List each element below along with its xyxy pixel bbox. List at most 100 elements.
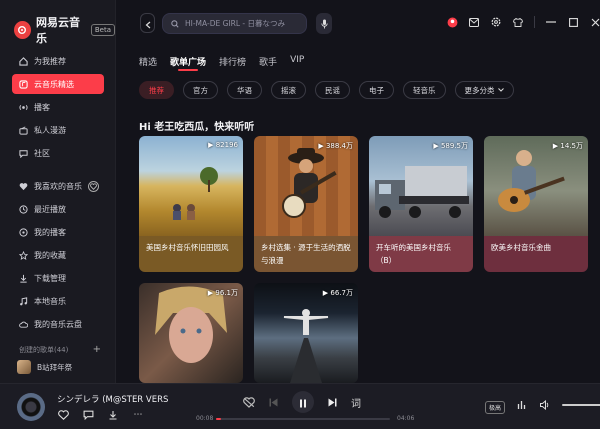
play-count: ▶ 82196: [208, 141, 238, 149]
search-input[interactable]: HI-MA-DE GIRL - 日暮なつみ: [162, 13, 307, 34]
play-count: ▶ 589.5万: [433, 142, 468, 150]
playlist-card[interactable]: ▶ 82196 美国乡村音乐怀旧田园风: [139, 136, 243, 272]
playlist-cover: [484, 136, 588, 236]
playlist-card[interactable]: ▶ 96.1万: [139, 283, 243, 383]
chip-official[interactable]: 官方: [183, 81, 218, 99]
sidebar-item-label: 最近播放: [34, 204, 66, 214]
play-pause-button[interactable]: [292, 391, 314, 413]
sidebar-item-roaming[interactable]: 私人漫游: [12, 120, 104, 140]
sidebar-item-local-music[interactable]: 本地音乐: [12, 291, 104, 311]
sidebar-item-community[interactable]: 社区: [12, 143, 104, 163]
play-count: ▶ 66.7万: [322, 289, 353, 297]
album-art-disc[interactable]: [17, 393, 45, 421]
chip-folk[interactable]: 民谣: [315, 81, 350, 99]
search-icon: [171, 19, 179, 28]
sidebar-item-label: 云音乐精选: [34, 79, 74, 89]
tab-charts[interactable]: 排行榜: [219, 55, 246, 68]
playlist-title: 开车听的美国乡村音乐（B）: [369, 236, 473, 272]
toolbar-divider: [534, 16, 535, 28]
playlist-cover: [254, 136, 358, 236]
sidebar-item-recommend[interactable]: 为我推荐: [12, 51, 104, 71]
podcast-icon: [19, 227, 28, 237]
created-playlists-label: 创建的歌单(44): [19, 345, 69, 354]
created-playlists-header[interactable]: 创建的歌单(44) +: [19, 344, 101, 355]
playlist-cover: [369, 136, 473, 236]
download-icon[interactable]: [107, 409, 119, 421]
sidebar-playlist-item[interactable]: B站拜年祭: [17, 360, 72, 374]
download-icon: [19, 274, 28, 283]
mail-icon[interactable]: [468, 16, 480, 28]
sidebar: 网易云音乐 Beta 为我推荐 云音乐精选 播客 私人漫游 社区 我喜欢的音乐: [0, 0, 116, 383]
chip-more-categories[interactable]: 更多分类: [454, 81, 514, 99]
current-time: 00:08: [196, 415, 214, 422]
sidebar-item-my-podcast[interactable]: 我的播客: [12, 222, 104, 242]
more-options-icon[interactable]: ⋯: [132, 409, 144, 421]
lyrics-button[interactable]: 词: [351, 395, 361, 410]
sidebar-item-liked-music[interactable]: 我喜欢的音乐: [12, 176, 104, 196]
quality-badge[interactable]: 极高: [485, 401, 506, 414]
sidebar-nav: 为我推荐 云音乐精选 播客 私人漫游 社区 我喜欢的音乐 最近播放 我的播客 我…: [12, 51, 104, 337]
tab-featured[interactable]: 精选: [139, 55, 157, 68]
add-playlist-icon[interactable]: +: [93, 344, 101, 355]
dislike-icon[interactable]: [243, 396, 255, 408]
category-filter-chips: 推荐 官方 华语 摇滚 民谣 电子 轻音乐 更多分类: [139, 81, 523, 99]
playlist-card[interactable]: ▶ 66.7万: [254, 283, 358, 383]
search-placeholder: HI-MA-DE GIRL - 日暮なつみ: [185, 19, 285, 28]
community-icon: [19, 149, 28, 158]
music-note-icon: [19, 79, 28, 89]
playlist-card[interactable]: ▶ 14.5万 欧美乡村音乐金曲: [484, 136, 588, 272]
minimize-icon[interactable]: [545, 16, 557, 28]
tab-playlist-square[interactable]: 歌单广场: [170, 55, 206, 71]
playlist-cover: [139, 283, 243, 383]
tab-vip[interactable]: VIP: [290, 55, 304, 65]
next-track-icon[interactable]: [328, 398, 337, 407]
main-tabs: 精选 歌单广场 排行榜 歌手 VIP: [139, 55, 317, 71]
playback-controls: 词: [243, 391, 375, 413]
greeting-heading: Hi 老王吃西瓜，快来听听: [139, 122, 255, 133]
volume-icon[interactable]: [539, 400, 550, 410]
chip-rock[interactable]: 摇滚: [271, 81, 306, 99]
previous-track-icon[interactable]: [269, 398, 278, 407]
music-icon: [19, 296, 28, 306]
app-logo[interactable]: 网易云音乐 Beta: [14, 14, 115, 46]
close-icon[interactable]: [589, 16, 600, 28]
volume-slider[interactable]: [562, 404, 600, 406]
sidebar-item-cloud-drive[interactable]: 我的音乐云盘: [12, 314, 104, 334]
voice-search-button[interactable]: [316, 13, 332, 34]
user-avatar-icon[interactable]: [446, 16, 458, 28]
chip-chinese[interactable]: 华语: [227, 81, 262, 99]
now-playing-title[interactable]: シンデレラ (M@STER VERS: [57, 393, 168, 405]
playlist-card[interactable]: ▶ 388.4万 乡村选集 · 源于生活的洒脱与浪漫: [254, 136, 358, 272]
heartbeat-mode-icon[interactable]: [88, 180, 99, 192]
sound-effect-icon[interactable]: [516, 400, 527, 410]
sidebar-item-favorites[interactable]: 我的收藏: [12, 245, 104, 265]
chip-electronic[interactable]: 电子: [359, 81, 394, 99]
back-button[interactable]: [140, 13, 155, 33]
chip-light-music[interactable]: 轻音乐: [403, 81, 446, 99]
chip-recommend[interactable]: 推荐: [139, 81, 174, 99]
pause-icon: [299, 393, 307, 412]
progress-bar[interactable]: [216, 418, 390, 420]
sidebar-item-label: 我喜欢的音乐: [34, 181, 82, 191]
sidebar-item-label: 下载管理: [34, 273, 66, 283]
sidebar-item-label: 为我推荐: [34, 56, 66, 66]
player-bar: シンデレラ (M@STER VERS ⋯ 词 00:08 04:06 极高: [0, 383, 600, 429]
comment-icon[interactable]: [82, 409, 94, 421]
sidebar-item-podcast[interactable]: 播客: [12, 97, 104, 117]
playlist-thumbnail: [17, 360, 31, 374]
more-categories-label: 更多分类: [464, 85, 495, 95]
sidebar-item-label: 本地音乐: [34, 296, 66, 306]
skin-shirt-icon[interactable]: [512, 16, 524, 28]
sidebar-item-downloads[interactable]: 下载管理: [12, 268, 104, 288]
tab-artists[interactable]: 歌手: [259, 55, 277, 68]
gear-icon[interactable]: [490, 16, 502, 28]
maximize-icon[interactable]: [567, 16, 579, 28]
playlist-cover: [254, 283, 358, 383]
playlist-card[interactable]: ▶ 589.5万 开车听的美国乡村音乐（B）: [369, 136, 473, 272]
like-heart-icon[interactable]: [57, 409, 69, 421]
sidebar-item-featured[interactable]: 云音乐精选: [12, 74, 104, 94]
radio-icon: [19, 125, 28, 135]
netease-logo-icon: [14, 21, 31, 39]
play-count: ▶ 96.1万: [207, 289, 238, 297]
sidebar-item-recent[interactable]: 最近播放: [12, 199, 104, 219]
